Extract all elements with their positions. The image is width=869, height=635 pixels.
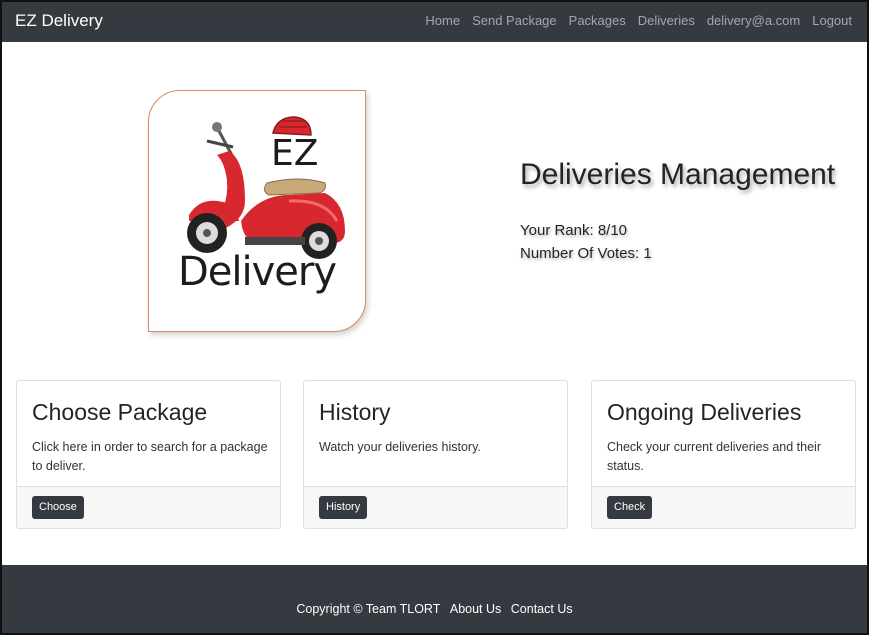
nav-home[interactable]: Home [425, 13, 460, 28]
footer-links: Copyright © Team TLORT About Us Contact … [2, 602, 867, 616]
contact-us-link[interactable]: Contact Us [511, 602, 573, 616]
card-title: History [319, 399, 391, 425]
nav-links: Home Send Package Packages Deliveries de… [413, 13, 852, 28]
choose-package-card: Choose Package Click here in order to se… [16, 380, 281, 529]
card-body: Ongoing Deliveries Check your current de… [607, 399, 843, 476]
history-button[interactable]: History [319, 496, 368, 519]
nav-packages[interactable]: Packages [569, 13, 626, 28]
top-navbar: EZ Delivery Home Send Package Packages D… [2, 2, 867, 42]
choose-button[interactable]: Choose [32, 496, 84, 519]
card-text: Check your current deliveries and their … [607, 440, 821, 473]
card-footer: Check [592, 486, 855, 528]
ez-delivery-logo: EZ Delivery [148, 90, 366, 332]
browser-page: EZ Delivery Home Send Package Packages D… [0, 0, 869, 635]
check-button[interactable]: Check [607, 496, 653, 519]
logo-ez-text: EZ [271, 133, 319, 174]
copyright-text: Copyright © Team TLORT [296, 602, 441, 616]
page-footer: Copyright © Team TLORT About Us Contact … [2, 565, 867, 633]
nav-send-package[interactable]: Send Package [472, 13, 557, 28]
card-title: Choose Package [32, 399, 208, 425]
rank-text: Your Rank: 8/10 [520, 222, 628, 239]
nav-deliveries[interactable]: Deliveries [638, 13, 695, 28]
card-body: History Watch your deliveries history. [319, 399, 555, 457]
history-card: History Watch your deliveries history. H… [303, 380, 568, 529]
card-title: Ongoing Deliveries [607, 399, 802, 425]
card-footer: History [304, 486, 567, 528]
nav-logout[interactable]: Logout [812, 13, 852, 28]
card-text: Click here in order to search for a pack… [32, 440, 268, 473]
brand-link[interactable]: EZ Delivery [15, 11, 103, 31]
card-footer: Choose [17, 486, 280, 528]
card-body: Choose Package Click here in order to se… [32, 399, 268, 476]
scooter-icon [187, 116, 345, 259]
logo-delivery-text: Delivery [177, 249, 337, 295]
votes-text: Number Of Votes: 1 [520, 245, 652, 262]
nav-user-email[interactable]: delivery@a.com [707, 13, 800, 28]
card-text: Watch your deliveries history. [319, 440, 481, 454]
page-title: Deliveries Management [520, 158, 836, 191]
about-us-link[interactable]: About Us [450, 602, 501, 616]
ongoing-deliveries-card: Ongoing Deliveries Check your current de… [591, 380, 856, 529]
